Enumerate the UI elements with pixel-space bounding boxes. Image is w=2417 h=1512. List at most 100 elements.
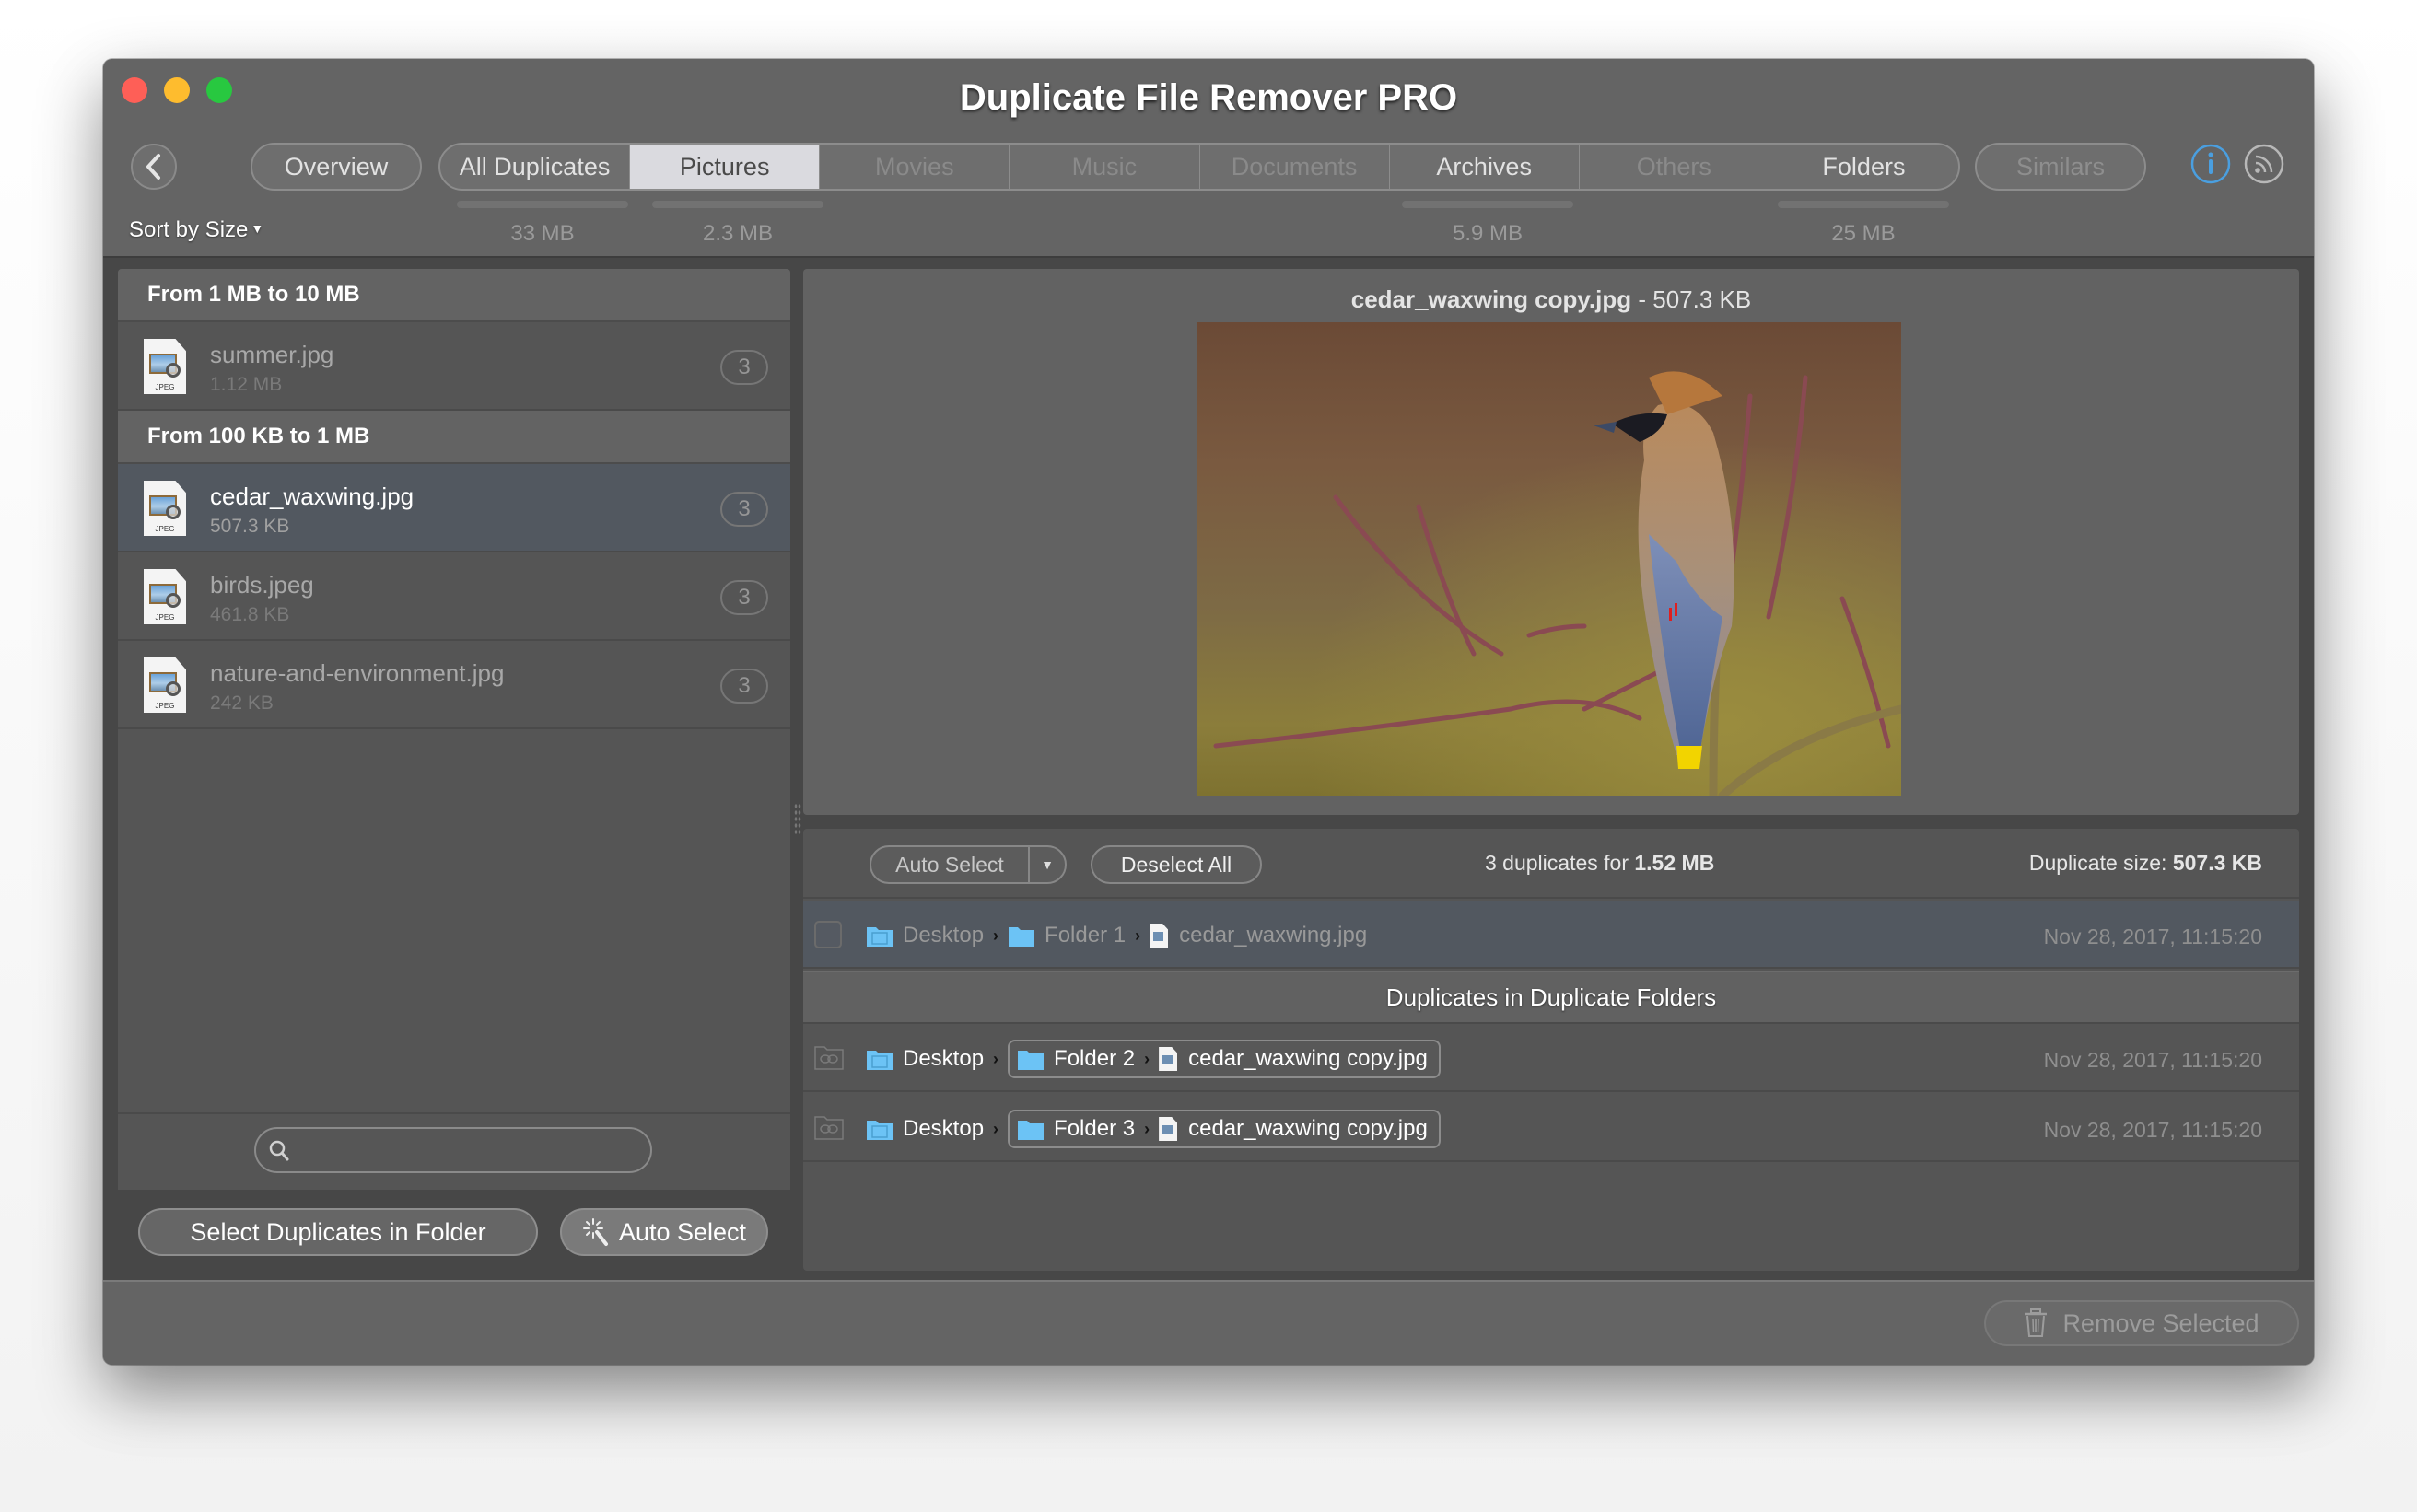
bird-photo bbox=[1197, 322, 1901, 796]
jpeg-file-icon: JPEG bbox=[144, 569, 186, 624]
info-button[interactable] bbox=[2190, 144, 2231, 184]
auto-select-button[interactable]: Auto Select bbox=[560, 1208, 768, 1256]
horizontal-split-handle[interactable] bbox=[803, 815, 2299, 828]
duplicate-folder-group: Folder 3 › cedar_waxwing copy.jpg bbox=[1008, 1110, 1441, 1148]
path-segment[interactable]: cedar_waxwing.jpg bbox=[1179, 923, 1367, 948]
select-duplicates-in-folder-button[interactable]: Select Duplicates in Folder bbox=[138, 1208, 538, 1256]
path-segment[interactable]: Folder 3 bbox=[1054, 1116, 1135, 1142]
tab-music[interactable]: Music bbox=[1010, 145, 1200, 189]
deselect-all-button[interactable]: Deselect All bbox=[1091, 845, 1262, 884]
timestamp: Nov 28, 2017, 11:15:20 bbox=[2043, 1118, 2262, 1142]
tab-pictures[interactable]: Pictures bbox=[630, 145, 821, 189]
image-file-icon bbox=[1150, 924, 1169, 948]
size-bar-all-duplicates bbox=[457, 201, 628, 208]
back-button[interactable] bbox=[131, 144, 177, 190]
window-title: Duplicate File Remover PRO bbox=[959, 77, 1458, 118]
tab-folders[interactable]: Folders bbox=[1769, 145, 1958, 189]
auto-select-dup-button[interactable]: Auto Select bbox=[871, 847, 1030, 882]
select-checkbox[interactable] bbox=[814, 921, 842, 948]
dup-size-value: 507.3 KB bbox=[2172, 851, 2262, 875]
toolbar: Duplicate File Remover PRO Overview All … bbox=[103, 59, 2314, 258]
path-segment[interactable]: cedar_waxwing copy.jpg bbox=[1188, 1046, 1428, 1072]
path-segment[interactable]: Desktop bbox=[903, 1116, 984, 1142]
tab-archives[interactable]: Archives bbox=[1390, 145, 1580, 189]
duplicates-pane: Auto Select ▼ Deselect All 3 duplicates … bbox=[803, 829, 2299, 1271]
category-tabs: All Duplicates Pictures Movies Music Doc… bbox=[438, 143, 1960, 191]
similars-button[interactable]: Similars bbox=[1975, 143, 2146, 191]
grip-dots bbox=[794, 803, 801, 834]
preview-separator: - bbox=[1631, 285, 1653, 313]
tab-all-duplicates[interactable]: All Duplicates bbox=[440, 145, 631, 189]
search-bar-area bbox=[118, 1112, 790, 1190]
tab-movies[interactable]: Movies bbox=[820, 145, 1010, 189]
file-path: Desktop › Folder 2 › cedar_waxwing copy.… bbox=[866, 1040, 1441, 1078]
category-sizes: 33 MB 2.3 MB 5.9 MB 25 MB bbox=[103, 201, 2314, 256]
timestamp: Nov 28, 2017, 11:15:20 bbox=[2043, 925, 2262, 948]
overview-button[interactable]: Overview bbox=[251, 143, 422, 191]
auto-select-dropdown-arrow[interactable]: ▼ bbox=[1030, 847, 1065, 882]
jpeg-file-icon: JPEG bbox=[144, 481, 186, 536]
chevron-right-icon: › bbox=[1144, 1119, 1150, 1138]
duplicate-row[interactable]: Desktop › Folder 3 › cedar_waxwing copy.… bbox=[803, 1094, 2299, 1162]
path-segment[interactable]: Desktop bbox=[903, 923, 984, 948]
tab-label: Pictures bbox=[679, 152, 770, 180]
size-all-duplicates: 33 MB bbox=[510, 221, 575, 246]
tab-others[interactable]: Others bbox=[1580, 145, 1769, 189]
vertical-split-handle[interactable] bbox=[790, 269, 803, 1344]
folder-icon bbox=[1018, 1051, 1045, 1070]
trash-icon bbox=[2025, 1308, 2048, 1337]
size-pictures: 2.3 MB bbox=[702, 221, 774, 246]
file-list-item[interactable]: JPEG summer.jpg 1.12 MB 3 bbox=[118, 322, 790, 411]
rss-button[interactable] bbox=[2244, 144, 2284, 184]
duplicate-row-original[interactable]: Desktop › Folder 1 › cedar_waxwing.jpg N… bbox=[803, 901, 2299, 969]
file-list-item[interactable]: JPEG nature-and-environment.jpg 242 KB 3 bbox=[118, 641, 790, 729]
file-list-item[interactable]: JPEG cedar_waxwing.jpg 507.3 KB 3 bbox=[118, 464, 790, 552]
auto-select-dup-label: Auto Select bbox=[895, 852, 1004, 877]
search-input[interactable] bbox=[293, 1129, 643, 1171]
search-field[interactable] bbox=[254, 1127, 652, 1173]
duplicate-count-badge: 3 bbox=[720, 580, 768, 615]
similars-label: Similars bbox=[2015, 152, 2105, 180]
search-icon bbox=[269, 1140, 289, 1161]
duplicates-toolbar: Auto Select ▼ Deselect All 3 duplicates … bbox=[803, 829, 2299, 899]
summary-prefix: 3 duplicates for bbox=[1485, 851, 1635, 875]
footer-bar: Remove Selected bbox=[103, 1280, 2314, 1365]
deselect-all-label: Deselect All bbox=[1120, 852, 1232, 877]
path-segment[interactable]: cedar_waxwing copy.jpg bbox=[1188, 1116, 1428, 1142]
group-header: From 100 KB to 1 MB bbox=[118, 411, 790, 464]
path-segment[interactable]: Folder 1 bbox=[1045, 923, 1126, 948]
folder-icon bbox=[1009, 927, 1035, 947]
desktop-folder-icon bbox=[867, 1121, 893, 1140]
size-folders: 25 MB bbox=[1831, 221, 1896, 246]
file-path: Desktop › Folder 1 › cedar_waxwing.jpg bbox=[866, 917, 1367, 954]
remove-selected-label: Remove Selected bbox=[2062, 1308, 2259, 1337]
path-segment[interactable]: Desktop bbox=[903, 1046, 984, 1072]
preview-filename: cedar_waxwing copy.jpg bbox=[1350, 285, 1632, 313]
file-name: birds.jpeg bbox=[210, 571, 314, 599]
file-name: nature-and-environment.jpg bbox=[210, 659, 505, 687]
tab-documents[interactable]: Documents bbox=[1200, 145, 1390, 189]
caret-down-icon: ▼ bbox=[1041, 857, 1054, 872]
size-bar-archives bbox=[1402, 201, 1573, 208]
file-list-item[interactable]: JPEG birds.jpeg 461.8 KB 3 bbox=[118, 552, 790, 641]
file-size: 1.12 MB bbox=[210, 374, 283, 395]
linked-folder-icon bbox=[814, 1116, 844, 1140]
group-header: From 1 MB to 10 MB bbox=[118, 269, 790, 322]
preview-size: 507.3 KB bbox=[1652, 285, 1752, 313]
jpeg-file-icon: JPEG bbox=[144, 339, 186, 394]
size-bar-folders bbox=[1778, 201, 1949, 208]
file-name: cedar_waxwing.jpg bbox=[210, 483, 415, 510]
info-icon bbox=[2190, 144, 2231, 184]
file-size: 507.3 KB bbox=[210, 516, 290, 537]
file-size: 242 KB bbox=[210, 692, 274, 714]
chevron-right-icon: › bbox=[993, 1049, 999, 1068]
duplicate-row[interactable]: Desktop › Folder 2 › cedar_waxwing copy.… bbox=[803, 1024, 2299, 1092]
duplicate-size: Duplicate size: 507.3 KB bbox=[2029, 851, 2262, 876]
auto-select-label: Auto Select bbox=[618, 1217, 747, 1246]
tab-label: Movies bbox=[875, 152, 954, 180]
path-segment[interactable]: Folder 2 bbox=[1054, 1046, 1135, 1072]
remove-selected-button[interactable]: Remove Selected bbox=[1984, 1300, 2299, 1346]
select-duplicates-in-folder-label: Select Duplicates in Folder bbox=[190, 1217, 486, 1246]
file-list: From 1 MB to 10 MB JPEG summer.jpg 1.12 … bbox=[118, 269, 790, 1190]
preview-title: cedar_waxwing copy.jpg - 507.3 KB bbox=[803, 285, 2299, 314]
